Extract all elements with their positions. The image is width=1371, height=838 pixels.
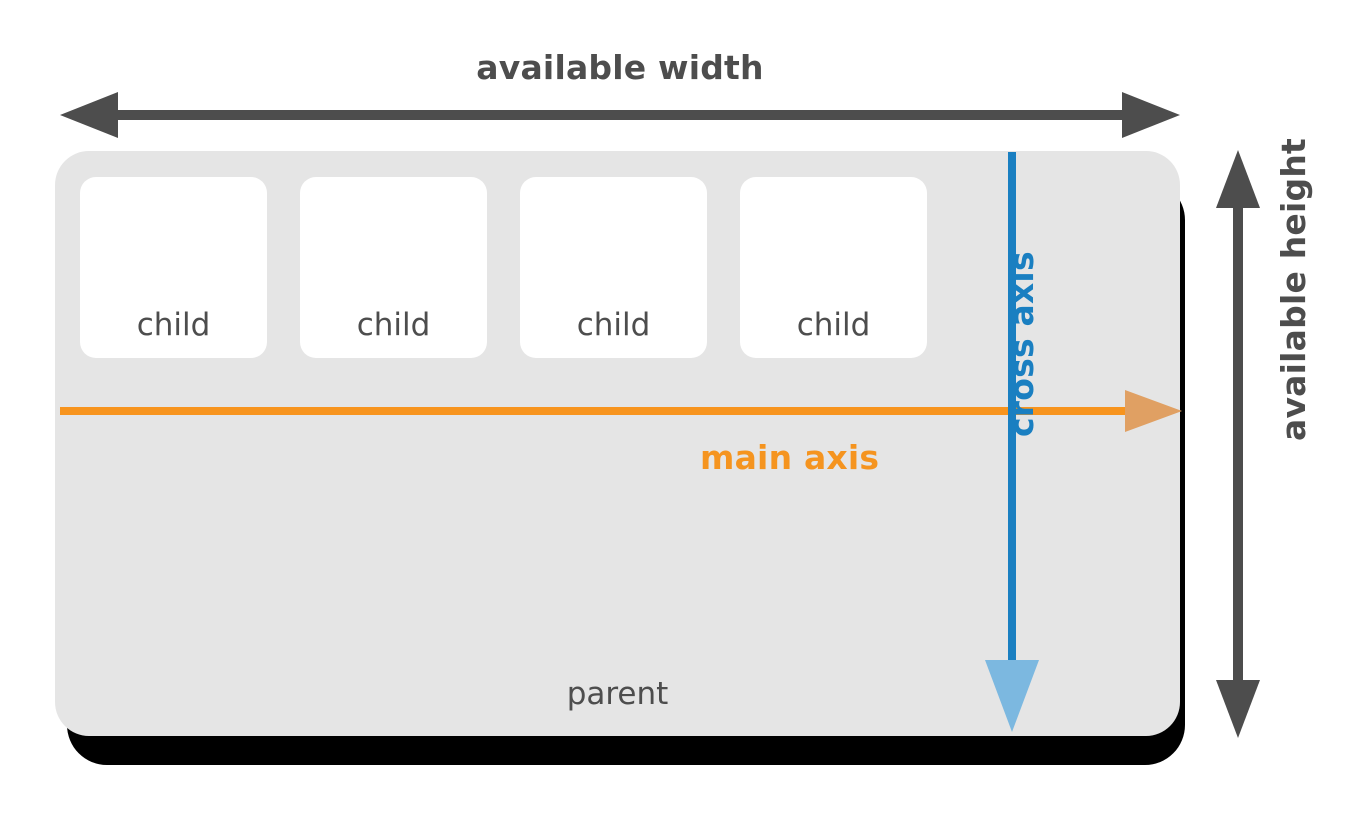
cross-axis-arrow-head-icon: [985, 660, 1039, 732]
child-label: child: [576, 307, 651, 343]
child-box[interactable]: child: [740, 177, 927, 358]
main-axis-arrow-head-icon: [1125, 390, 1182, 432]
available-width-arrow: [60, 92, 1180, 138]
available-height-label: available height: [1274, 137, 1313, 441]
available-height-arrow: [1216, 150, 1260, 738]
child-box[interactable]: child: [520, 177, 707, 358]
child-label: child: [356, 307, 431, 343]
child-label: child: [796, 307, 871, 343]
arrow-head-right-icon: [1122, 92, 1180, 138]
arrow-shaft-horizontal: [112, 110, 1128, 120]
cross-axis-label: cross axis: [1002, 251, 1041, 437]
available-width-label: available width: [476, 48, 764, 87]
child-box[interactable]: child: [300, 177, 487, 358]
arrow-head-up-icon: [1216, 150, 1260, 208]
arrow-shaft-vertical: [1233, 202, 1243, 688]
arrow-head-down-icon: [1216, 680, 1260, 738]
child-box[interactable]: child: [80, 177, 267, 358]
main-axis-label: main axis: [700, 438, 880, 477]
children-row: child child child child: [80, 177, 940, 358]
main-axis-line: [60, 407, 1135, 415]
child-label: child: [136, 307, 211, 343]
flexbox-diagram: available width child child child child …: [0, 0, 1371, 838]
arrow-head-left-icon: [60, 92, 118, 138]
